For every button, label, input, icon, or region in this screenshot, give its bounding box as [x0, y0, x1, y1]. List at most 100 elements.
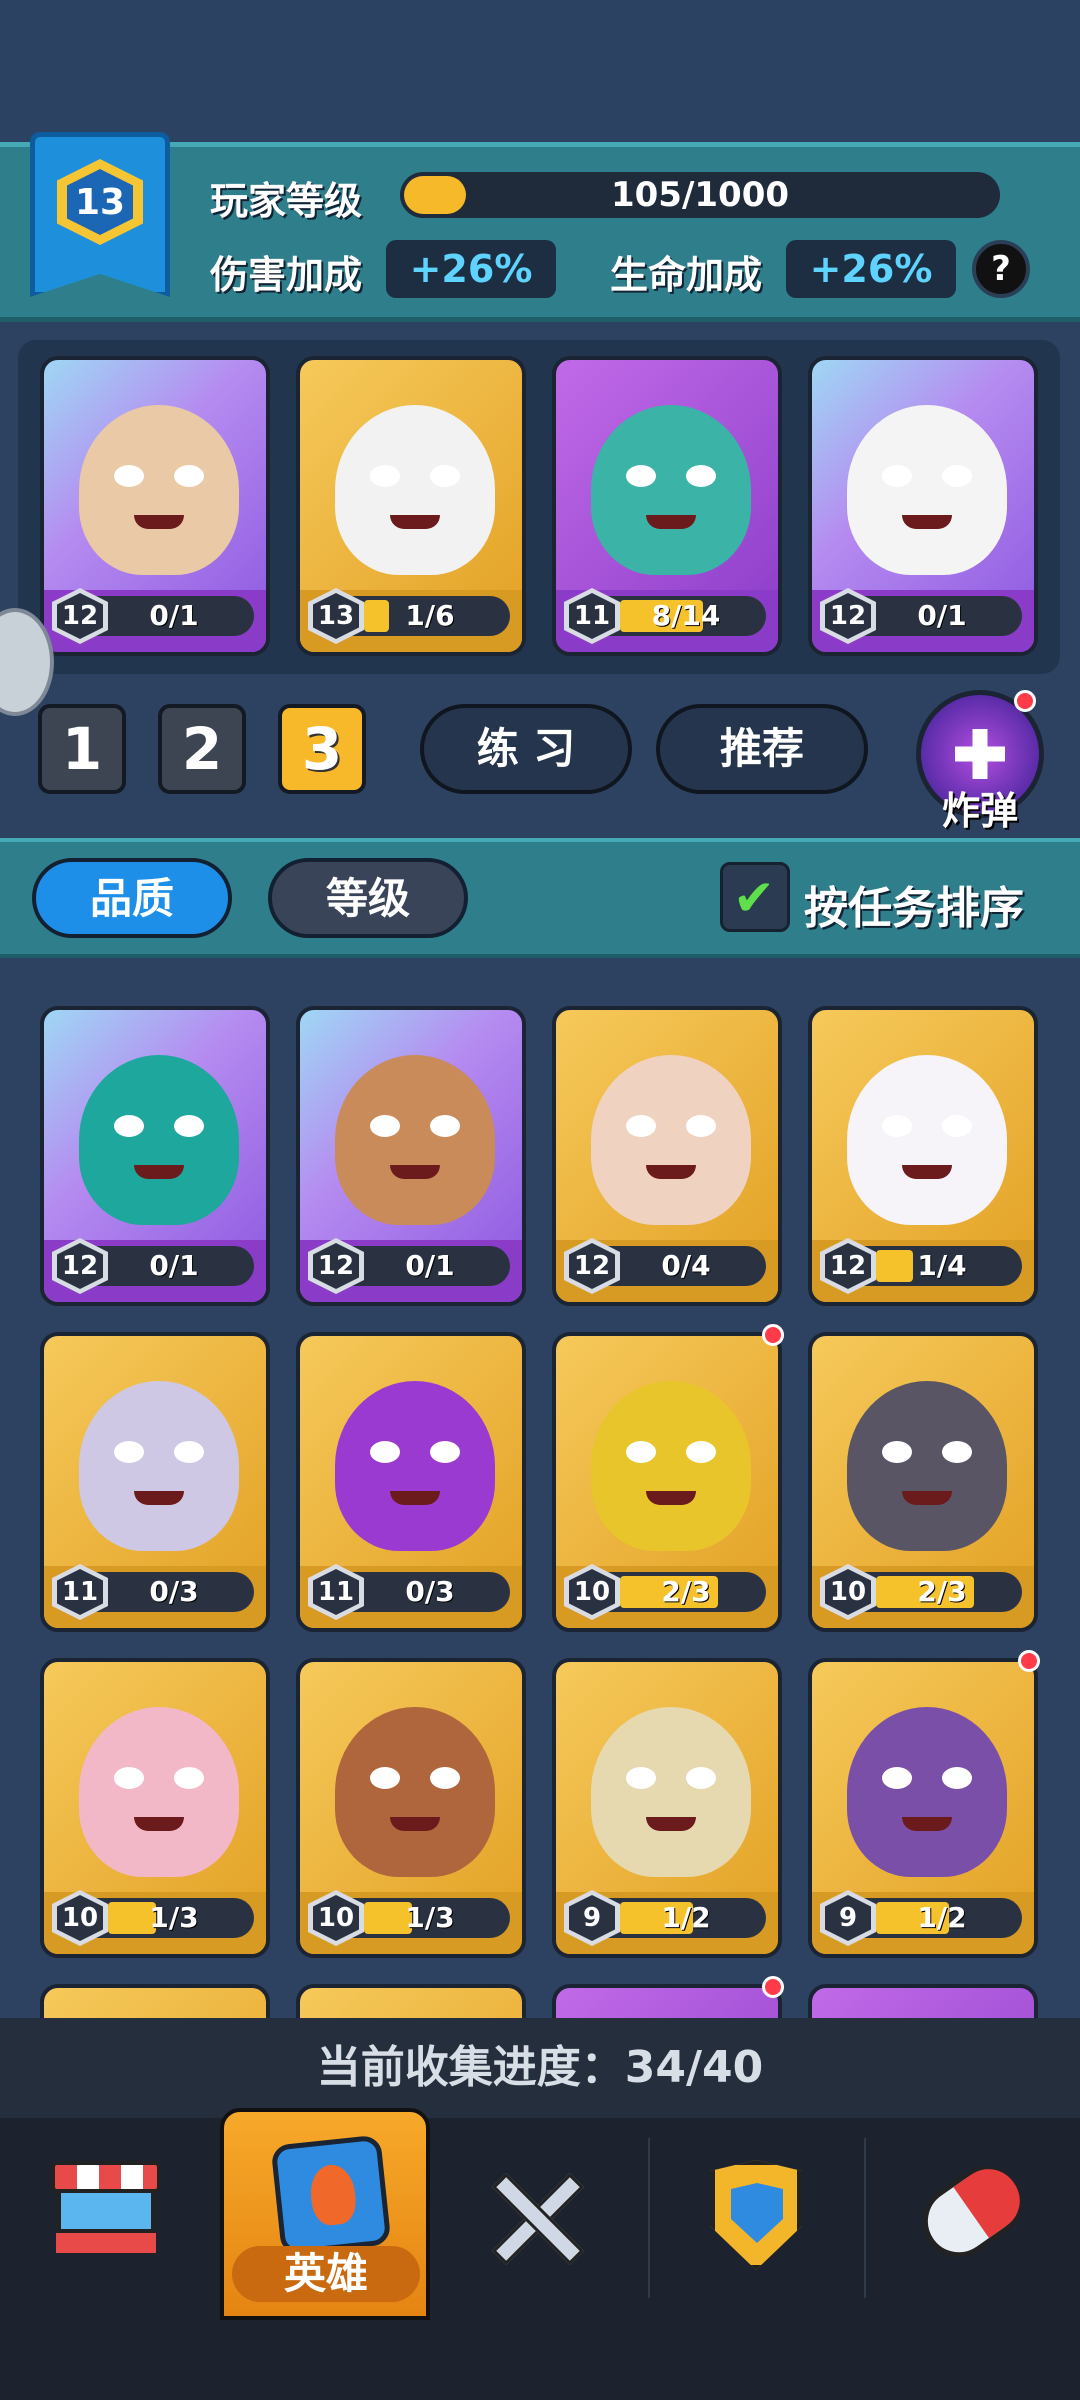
- hero-eye: [174, 1441, 204, 1463]
- hero-portrait: [591, 1055, 751, 1225]
- hero-card[interactable]: 1/3 10: [296, 1658, 526, 1958]
- card-level-value: 9: [569, 1895, 615, 1941]
- card-progress-text: 0/3: [149, 1575, 199, 1608]
- card-level-value: 12: [57, 593, 103, 639]
- hero-mouth: [902, 1491, 952, 1505]
- hero-eye: [686, 1441, 716, 1463]
- bomb-label: 炸弹: [941, 789, 1018, 833]
- new-notification-dot: [1018, 1650, 1040, 1672]
- hero-card[interactable]: 2/3 10: [808, 1332, 1038, 1632]
- card-progress-text: 0/1: [917, 599, 967, 632]
- hero-eye: [370, 1441, 400, 1463]
- shop-icon: [51, 2161, 161, 2254]
- deck-1-button[interactable]: 1: [38, 704, 126, 794]
- hero-eye: [686, 1767, 716, 1789]
- hero-card[interactable]: [808, 1984, 1038, 2020]
- hero-card[interactable]: [296, 1984, 526, 2020]
- hero-portrait: [79, 1707, 239, 1877]
- hero-card[interactable]: 0/1 12: [40, 1006, 270, 1306]
- hero-portrait: [335, 1707, 495, 1877]
- help-button[interactable]: ?: [972, 240, 1030, 298]
- team-card[interactable]: 8/14 11: [552, 356, 782, 656]
- hero-card[interactable]: 1/4 12: [808, 1006, 1038, 1306]
- hero-portrait: [335, 1381, 495, 1551]
- hero-portrait: [591, 1381, 751, 1551]
- hero-eye: [626, 1115, 656, 1137]
- team-card[interactable]: 0/1 12: [808, 356, 1038, 656]
- hero-mouth: [134, 1491, 184, 1505]
- card-level-value: 12: [825, 593, 871, 639]
- deck-3-button[interactable]: 3: [278, 704, 366, 794]
- hero-eye: [626, 1441, 656, 1463]
- hero-eye: [370, 1767, 400, 1789]
- hero-portrait: [335, 1055, 495, 1225]
- card-progress-text: 2/3: [661, 1575, 711, 1608]
- hero-card[interactable]: 1/3 10: [40, 1658, 270, 1958]
- hero-eye: [114, 1441, 144, 1463]
- hero-eye: [114, 1767, 144, 1789]
- hp-bonus-label: 生命加成: [610, 253, 763, 297]
- card-progress-text: 0/1: [149, 1249, 199, 1282]
- hero-card[interactable]: 0/3 11: [296, 1332, 526, 1632]
- sort-by-quality-tab[interactable]: 品质: [32, 858, 232, 938]
- card-level-value: 10: [569, 1569, 615, 1615]
- hero-card[interactable]: 1/2 9: [808, 1658, 1038, 1958]
- hero-portrait: [79, 1055, 239, 1225]
- heroes-card-icon: [270, 2134, 392, 2256]
- card-level-value: 12: [569, 1243, 615, 1289]
- card-progress-text: 0/4: [661, 1249, 711, 1282]
- nav-gacha[interactable]: [864, 2120, 1080, 2320]
- recommend-button[interactable]: 推荐: [656, 704, 868, 794]
- team-card[interactable]: 0/1 12: [40, 356, 270, 656]
- hero-portrait: [847, 405, 1007, 575]
- hero-eye: [430, 1115, 460, 1137]
- practice-button[interactable]: 练 习: [420, 704, 632, 794]
- sort-by-level-tab[interactable]: 等级: [268, 858, 468, 938]
- hero-card[interactable]: 2/3 10: [552, 1332, 782, 1632]
- hero-card[interactable]: 0/1 12: [296, 1006, 526, 1306]
- hero-card[interactable]: 1/2 9: [552, 1658, 782, 1958]
- hero-portrait: [591, 1707, 751, 1877]
- card-progress-text: 0/1: [149, 599, 199, 632]
- new-notification-dot: [762, 1976, 784, 1998]
- hero-eye: [686, 465, 716, 487]
- collection-progress: 当前收集进度：34/40: [0, 2018, 1080, 2118]
- hero-eye: [882, 1115, 912, 1137]
- nav-shop[interactable]: [0, 2120, 216, 2320]
- hero-eye: [370, 465, 400, 487]
- sort-by-task-checkbox[interactable]: ✔: [720, 862, 790, 932]
- hero-eye: [430, 465, 460, 487]
- nav-clan[interactable]: [648, 2120, 864, 2320]
- hero-eye: [942, 1115, 972, 1137]
- hp-bonus-value: +26%: [786, 240, 956, 298]
- xp-progress-bar: 105/1000: [400, 172, 1000, 218]
- hero-eye: [174, 1115, 204, 1137]
- hero-mouth: [390, 515, 440, 529]
- hero-card[interactable]: 0/4 12: [552, 1006, 782, 1306]
- sort-by-task-label: 按任务排序: [804, 883, 1024, 934]
- clan-shield-icon: [710, 2160, 802, 2270]
- hero-card[interactable]: [552, 1984, 782, 2020]
- card-level-value: 12: [313, 1243, 359, 1289]
- player-level-badge[interactable]: 13: [30, 132, 170, 297]
- team-card[interactable]: 1/6 13: [296, 356, 526, 656]
- card-level-value: 12: [57, 1243, 103, 1289]
- hero-eye: [626, 1767, 656, 1789]
- nav-battle[interactable]: [432, 2120, 648, 2320]
- bomb-notification-dot: [1014, 690, 1036, 712]
- hero-portrait: [847, 1381, 1007, 1551]
- hero-card[interactable]: [40, 1984, 270, 2020]
- checkmark-icon: ✔: [733, 869, 775, 927]
- deck-2-button[interactable]: 2: [158, 704, 246, 794]
- hero-eye: [882, 1767, 912, 1789]
- card-progress-text: 1/6: [405, 599, 455, 632]
- hero-mouth: [646, 1817, 696, 1831]
- hero-mouth: [134, 515, 184, 529]
- hero-eye: [114, 465, 144, 487]
- hero-card[interactable]: 0/3 11: [40, 1332, 270, 1632]
- card-level-value: 12: [825, 1243, 871, 1289]
- hero-portrait: [591, 405, 751, 575]
- hero-eye: [942, 465, 972, 487]
- hero-portrait: [335, 405, 495, 575]
- hero-eye: [430, 1441, 460, 1463]
